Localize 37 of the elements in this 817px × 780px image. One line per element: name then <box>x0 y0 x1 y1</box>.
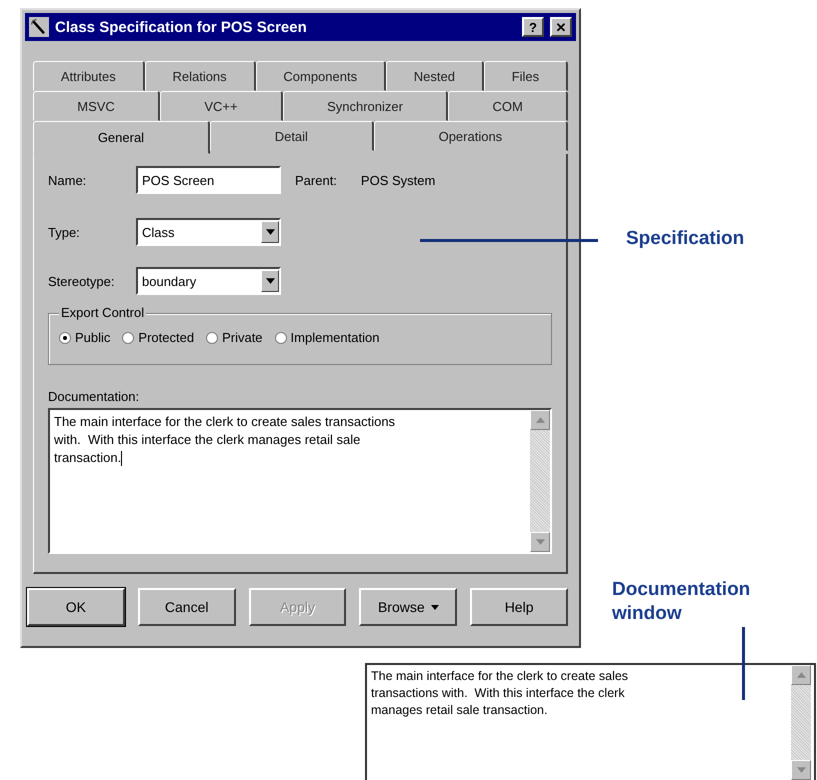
tab[interactable]: VC++ <box>160 91 283 121</box>
tab[interactable]: Attributes <box>33 61 145 91</box>
callout-label: Documentation window <box>612 578 752 626</box>
tab[interactable]: General <box>33 121 210 154</box>
window-title: Class Specification for POS Screen <box>55 18 308 36</box>
radio-option[interactable]: Public <box>59 330 110 345</box>
tab[interactable]: Detail <box>210 121 374 151</box>
tab[interactable]: Files <box>484 61 568 91</box>
menu-button[interactable]: Browse <box>359 588 458 626</box>
parent-label: Parent: <box>295 172 337 188</box>
dialog-button[interactable]: Cancel <box>138 588 236 626</box>
name-field[interactable]: POS Screen <box>136 166 281 194</box>
documentation-label: Documentation: <box>48 389 140 404</box>
dialog-button[interactable]: Help <box>470 588 568 626</box>
tab[interactable]: MSVC <box>33 91 160 121</box>
tab[interactable]: Relations <box>144 61 256 91</box>
group-title: Export Control <box>59 305 146 320</box>
name-label: Name: <box>48 172 88 188</box>
tab[interactable]: Synchronizer <box>282 91 448 121</box>
tab[interactable]: COM <box>448 91 568 121</box>
callout-label: Specification <box>626 228 744 250</box>
documentation-window[interactable]: The main interface for the clerk to create sales transactions with. With this interface the clerk manages retail sale transaction. <box>365 663 816 780</box>
parent-value: POS System <box>360 172 436 188</box>
close-button[interactable]: ✕ <box>550 17 572 37</box>
tab[interactable]: Operations <box>374 121 568 151</box>
radio-option[interactable]: Private <box>206 330 263 345</box>
tab[interactable]: Components <box>256 61 386 91</box>
stereotype-dropdown[interactable]: boundary <box>136 267 281 295</box>
dialog-button[interactable]: OK <box>27 588 125 626</box>
tab[interactable]: Nested <box>386 61 484 91</box>
stereotype-label: Stereotype: <box>48 274 116 288</box>
radio-option[interactable]: Protected <box>122 330 194 345</box>
radio-option[interactable]: Implementation <box>274 330 380 345</box>
help-button[interactable]: ? <box>522 17 544 37</box>
documentation-field[interactable]: The main interface for the clerk to create sales transactions with. With this interface the clerk manages retail sale transaction. <box>48 408 552 554</box>
type-label: Type: <box>48 224 81 240</box>
type-dropdown[interactable]: Class <box>136 218 281 246</box>
